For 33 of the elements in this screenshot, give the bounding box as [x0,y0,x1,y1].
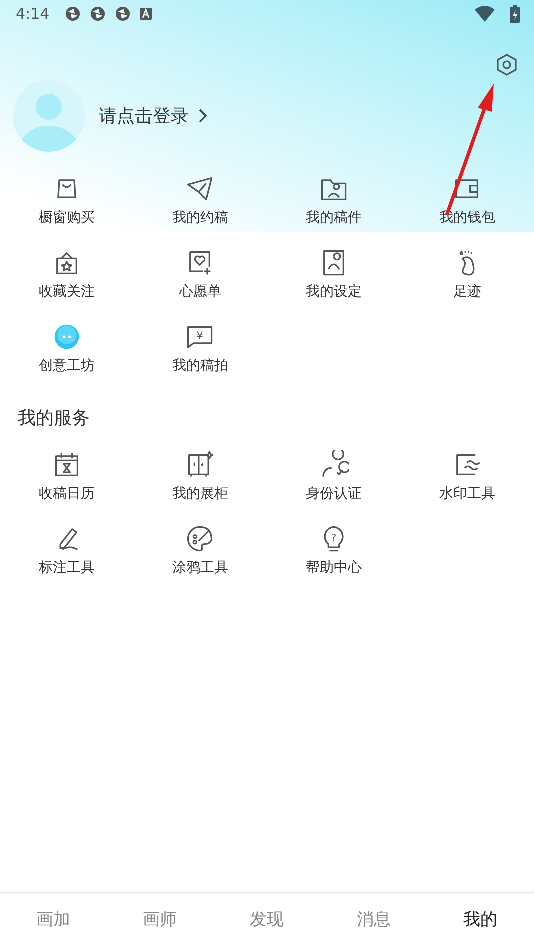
grid-item[interactable]: 收藏关注 [0,248,134,306]
login-link[interactable]: 请点击登录 [99,104,189,128]
tab[interactable]: 画师 [106,893,214,950]
wifi-icon [475,6,495,22]
grid-item[interactable]: 足迹 [400,248,534,306]
chevron-right-icon [198,108,208,124]
service-item[interactable]: 涂鸦工具 [134,524,267,582]
grid-item[interactable]: 我的稿件 [267,174,400,232]
notification-icon [90,6,106,22]
battery-icon [510,5,520,23]
grid-item[interactable]: 我的约稿 [134,174,267,232]
status-time: 4:14 [16,5,50,23]
notification-icon [114,6,131,22]
service-item[interactable]: 标注工具 [0,524,134,582]
grid-item[interactable]: 创意工坊 [0,322,134,380]
service-item[interactable]: 收稿日历 [0,450,134,508]
tab[interactable]: 发现 [214,893,320,950]
settings-icon[interactable] [495,53,519,77]
grid-item[interactable]: ¥ 我的稿拍 [134,322,267,380]
service-item[interactable]: ? 帮助中心 [267,524,400,582]
grid-item[interactable]: 我的设定 [267,248,400,306]
service-item[interactable]: 我的展柜 [134,450,267,508]
grid-item[interactable]: 橱窗购买 [0,174,134,232]
tab[interactable]: 画加 [0,893,107,950]
notification-icon [64,6,81,22]
palette-icon [185,524,216,554]
keyboard-notification-icon [140,8,152,20]
service-item[interactable]: 水印工具 [400,450,534,508]
grid-item[interactable]: 心愿单 [134,248,267,306]
tab[interactable]: 消息 [320,893,428,950]
service-item[interactable]: 身份认证 [267,450,400,508]
section-title: 我的服务 [17,407,91,430]
tab[interactable]: 我的 [427,893,534,950]
